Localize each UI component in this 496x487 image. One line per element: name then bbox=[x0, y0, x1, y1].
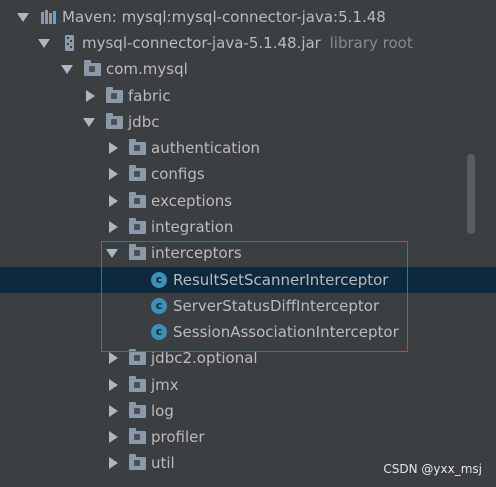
collapse-arrow-icon[interactable] bbox=[109, 352, 118, 364]
tree-label: configs bbox=[151, 165, 205, 183]
collapse-arrow-icon[interactable] bbox=[109, 457, 118, 469]
tree-label: exceptions bbox=[151, 192, 233, 210]
collapse-arrow-icon[interactable] bbox=[109, 431, 118, 443]
package-folder-icon bbox=[106, 113, 123, 129]
package-folder-icon bbox=[129, 165, 146, 181]
tree-label: mysql-connector-java-5.1.48.jar library … bbox=[82, 34, 413, 52]
package-folder-icon bbox=[129, 454, 146, 470]
package-folder-icon bbox=[129, 428, 146, 444]
jar-icon bbox=[64, 35, 75, 51]
tree-label: fabric bbox=[128, 87, 171, 105]
tree-row-jmx[interactable]: jmx bbox=[0, 372, 496, 398]
expand-arrow-icon[interactable] bbox=[17, 13, 29, 22]
package-folder-icon bbox=[129, 349, 146, 365]
collapse-arrow-icon[interactable] bbox=[109, 142, 118, 154]
jar-name: mysql-connector-java-5.1.48.jar bbox=[82, 34, 321, 52]
package-folder-icon bbox=[129, 402, 146, 418]
expand-arrow-icon[interactable] bbox=[38, 39, 50, 48]
tree-row-configs[interactable]: configs bbox=[0, 161, 496, 187]
tree-row-jar[interactable]: mysql-connector-java-5.1.48.jar library … bbox=[0, 30, 496, 56]
tree-row-maven-library[interactable]: Maven: mysql:mysql-connector-java:5.1.48 bbox=[0, 4, 496, 30]
tree-row-log[interactable]: log bbox=[0, 398, 496, 424]
tree-label: jmx bbox=[151, 376, 179, 394]
collapse-arrow-icon[interactable] bbox=[86, 90, 95, 102]
package-folder-icon bbox=[129, 192, 146, 208]
collapse-arrow-icon[interactable] bbox=[109, 221, 118, 233]
tree-label: com.mysql bbox=[106, 60, 188, 78]
tree-label: integration bbox=[151, 218, 234, 236]
highlight-annotation-box bbox=[101, 241, 408, 352]
package-folder-icon bbox=[129, 218, 146, 234]
package-folder-icon bbox=[129, 139, 146, 155]
collapse-arrow-icon[interactable] bbox=[109, 405, 118, 417]
tree-row-authentication[interactable]: authentication bbox=[0, 135, 496, 161]
package-folder-icon bbox=[129, 376, 146, 392]
collapse-arrow-icon[interactable] bbox=[109, 195, 118, 207]
expand-arrow-icon[interactable] bbox=[61, 65, 73, 74]
tree-label: authentication bbox=[151, 139, 261, 157]
expand-arrow-icon[interactable] bbox=[83, 118, 95, 127]
tree-label: Maven: mysql:mysql-connector-java:5.1.48 bbox=[62, 8, 386, 26]
collapse-arrow-icon[interactable] bbox=[109, 168, 118, 180]
package-folder-icon bbox=[106, 87, 123, 103]
tree-row-fabric[interactable]: fabric bbox=[0, 83, 496, 109]
tree-label: profiler bbox=[151, 428, 205, 446]
tree-label: jdbc bbox=[128, 113, 160, 131]
tree-label: util bbox=[151, 454, 175, 472]
collapse-arrow-icon[interactable] bbox=[109, 379, 118, 391]
tree-row-integration[interactable]: integration bbox=[0, 214, 496, 240]
library-root-hint: library root bbox=[329, 34, 413, 52]
tree-row-profiler[interactable]: profiler bbox=[0, 424, 496, 450]
tree-row-jdbc[interactable]: jdbc bbox=[0, 109, 496, 135]
tree-row-exceptions[interactable]: exceptions bbox=[0, 188, 496, 214]
tree-row-com-mysql[interactable]: com.mysql bbox=[0, 56, 496, 82]
scrollbar-thumb[interactable] bbox=[467, 154, 475, 234]
library-icon bbox=[40, 9, 58, 25]
tree-label: log bbox=[151, 402, 174, 420]
watermark: CSDN @yxx_msj bbox=[383, 462, 482, 476]
package-folder-icon bbox=[84, 60, 101, 76]
